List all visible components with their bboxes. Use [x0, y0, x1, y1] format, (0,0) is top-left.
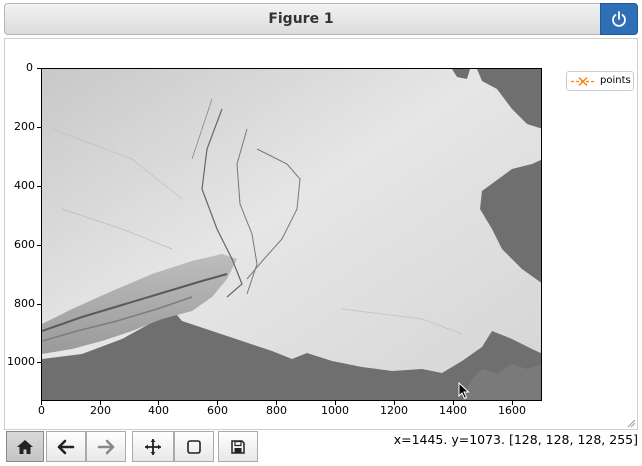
x-tick-label: 1600	[498, 404, 526, 417]
x-tick-label: 600	[207, 404, 228, 417]
cursor-coordinates: x=1445. y=1073. [128, 128, 128, 255]	[393, 432, 638, 447]
mouse-cursor-icon	[458, 382, 470, 400]
x-tick-label: 1000	[321, 404, 349, 417]
home-button[interactable]	[6, 431, 44, 462]
y-tick	[37, 362, 41, 363]
window-title: Figure 1	[268, 11, 334, 27]
x-tick-label: 1400	[439, 404, 467, 417]
y-tick-label: 0	[26, 61, 33, 74]
window-titlebar: Figure 1	[4, 3, 638, 35]
y-tick-label: 1000	[7, 355, 35, 368]
image-axes[interactable]	[41, 68, 542, 401]
pan-button[interactable]	[132, 431, 174, 462]
x-tick-label: 1200	[380, 404, 408, 417]
close-figure-button[interactable]	[600, 3, 638, 35]
home-icon	[17, 439, 33, 454]
legend-line-marker-icon	[571, 77, 595, 86]
y-tick	[37, 127, 41, 128]
y-tick-label: 200	[14, 120, 35, 133]
power-icon	[612, 11, 626, 27]
y-tick	[37, 304, 41, 305]
zoom-rect-button[interactable]	[174, 431, 214, 462]
x-tick-label: 400	[148, 404, 169, 417]
forward-button[interactable]	[86, 431, 126, 462]
y-tick-label: 800	[14, 297, 35, 310]
y-tick	[37, 186, 41, 187]
x-tick-label: 800	[266, 404, 287, 417]
resize-grip-icon[interactable]	[626, 418, 636, 428]
back-arrow-icon	[57, 439, 75, 454]
pan-arrows-icon	[145, 438, 161, 455]
zoom-rect-icon	[187, 439, 201, 454]
y-tick	[37, 245, 41, 246]
satellite-image	[42, 69, 541, 400]
x-tick-label: 200	[90, 404, 111, 417]
y-tick-label: 400	[14, 179, 35, 192]
legend: points	[566, 71, 634, 91]
save-icon	[231, 439, 245, 454]
legend-label: points	[600, 75, 631, 86]
y-tick	[37, 68, 41, 69]
back-button[interactable]	[46, 431, 86, 462]
save-button[interactable]	[218, 431, 258, 462]
y-tick-label: 600	[14, 238, 35, 251]
x-tick-label: 0	[38, 404, 45, 417]
forward-arrow-icon	[97, 439, 115, 454]
